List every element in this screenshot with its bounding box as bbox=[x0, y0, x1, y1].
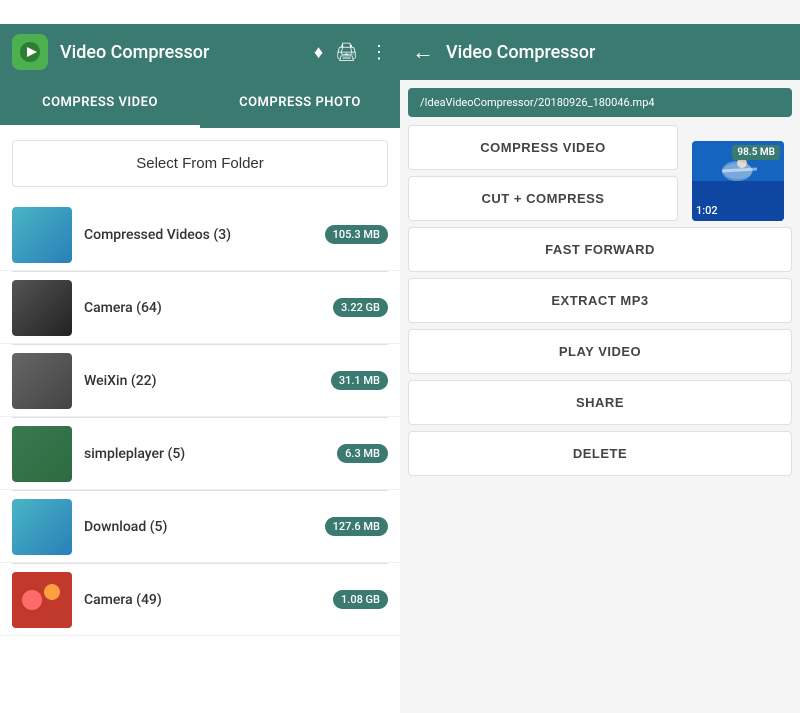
left-header: Video Compressor ♦ 🖨 ⋮ bbox=[0, 24, 400, 80]
video-thumbnail bbox=[12, 280, 72, 336]
share-button[interactable]: SHARE bbox=[408, 380, 792, 425]
app-icon-left bbox=[12, 34, 48, 70]
video-name: Camera (64) bbox=[84, 300, 333, 316]
tabs: COMPRESS VIDEO COMPRESS PHOTO bbox=[0, 80, 400, 128]
extract-mp3-button[interactable]: EXTRACT MP3 bbox=[408, 278, 792, 323]
fast-forward-button[interactable]: FAST FORWARD bbox=[408, 227, 792, 272]
video-name: WeiXin (22) bbox=[84, 373, 331, 389]
video-thumbnail bbox=[12, 353, 72, 409]
left-app-title: Video Compressor bbox=[60, 42, 302, 63]
video-list: Compressed Videos (3) 105.3 MB Camera (6… bbox=[0, 199, 400, 713]
left-header-icons: ♦ 🖨 ⋮ bbox=[314, 42, 388, 63]
list-item[interactable]: Camera (49) 1.08 GB bbox=[0, 564, 400, 636]
video-size-badge: 3.22 GB bbox=[333, 298, 388, 317]
preview-duration: 1:02 bbox=[696, 204, 718, 217]
diamond-icon[interactable]: ♦ bbox=[314, 42, 323, 63]
video-size-badge: 105.3 MB bbox=[325, 225, 388, 244]
video-thumbnail bbox=[12, 207, 72, 263]
right-header: ← Video Compressor bbox=[400, 24, 800, 80]
video-info: Compressed Videos (3) bbox=[84, 227, 325, 243]
video-name: Download (5) bbox=[84, 519, 325, 535]
video-info: Camera (49) bbox=[84, 592, 333, 608]
right-app-title: Video Compressor bbox=[446, 42, 595, 63]
video-size-badge: 127.6 MB bbox=[325, 517, 388, 536]
preview-size-badge: 98.5 MB bbox=[732, 145, 780, 160]
video-name: Camera (49) bbox=[84, 592, 333, 608]
list-item[interactable]: Compressed Videos (3) 105.3 MB bbox=[0, 199, 400, 271]
delete-button[interactable]: DELETE bbox=[408, 431, 792, 476]
print-icon[interactable]: 🖨 bbox=[335, 42, 358, 63]
video-thumbnail bbox=[12, 499, 72, 555]
back-icon[interactable]: ← bbox=[412, 39, 434, 65]
play-video-button[interactable]: PLAY VIDEO bbox=[408, 329, 792, 374]
tab-compress-video[interactable]: COMPRESS VIDEO bbox=[0, 80, 200, 128]
right-content: COMPRESS VIDEO CUT + COMPRESS bbox=[400, 125, 800, 484]
video-size-badge: 31.1 MB bbox=[331, 371, 388, 390]
video-info: Download (5) bbox=[84, 519, 325, 535]
right-panel: ← Video Compressor /IdeaVideoCompressor/… bbox=[400, 0, 800, 713]
list-item[interactable]: WeiXin (22) 31.1 MB bbox=[0, 345, 400, 417]
list-item[interactable]: Camera (64) 3.22 GB bbox=[0, 272, 400, 344]
preview-container: 98.5 MB 1:02 bbox=[692, 141, 784, 221]
video-preview: 98.5 MB 1:02 bbox=[692, 141, 784, 221]
right-buttons: COMPRESS VIDEO CUT + COMPRESS bbox=[408, 125, 678, 221]
right-top-row: COMPRESS VIDEO CUT + COMPRESS bbox=[400, 125, 800, 221]
left-panel: Video Compressor ♦ 🖨 ⋮ COMPRESS VIDEO CO… bbox=[0, 0, 400, 713]
video-thumbnail bbox=[12, 572, 72, 628]
video-size-badge: 6.3 MB bbox=[337, 444, 388, 463]
select-from-folder-button[interactable]: Select From Folder bbox=[12, 140, 388, 187]
video-name: Compressed Videos (3) bbox=[84, 227, 325, 243]
compress-video-button[interactable]: COMPRESS VIDEO bbox=[408, 125, 678, 170]
video-info: simpleplayer (5) bbox=[84, 446, 337, 462]
file-path-bar: /IdeaVideoCompressor/20180926_180046.mp4 bbox=[408, 88, 792, 117]
action-area: FAST FORWARD EXTRACT MP3 PLAY VIDEO SHAR… bbox=[400, 227, 800, 476]
cut-compress-button[interactable]: CUT + COMPRESS bbox=[408, 176, 678, 221]
list-item[interactable]: simpleplayer (5) 6.3 MB bbox=[0, 418, 400, 490]
video-info: WeiXin (22) bbox=[84, 373, 331, 389]
video-info: Camera (64) bbox=[84, 300, 333, 316]
tab-compress-photo[interactable]: COMPRESS PHOTO bbox=[200, 80, 400, 128]
video-name: simpleplayer (5) bbox=[84, 446, 337, 462]
more-icon[interactable]: ⋮ bbox=[370, 42, 388, 63]
video-size-badge: 1.08 GB bbox=[333, 590, 388, 609]
list-item[interactable]: Download (5) 127.6 MB bbox=[0, 491, 400, 563]
video-thumbnail bbox=[12, 426, 72, 482]
